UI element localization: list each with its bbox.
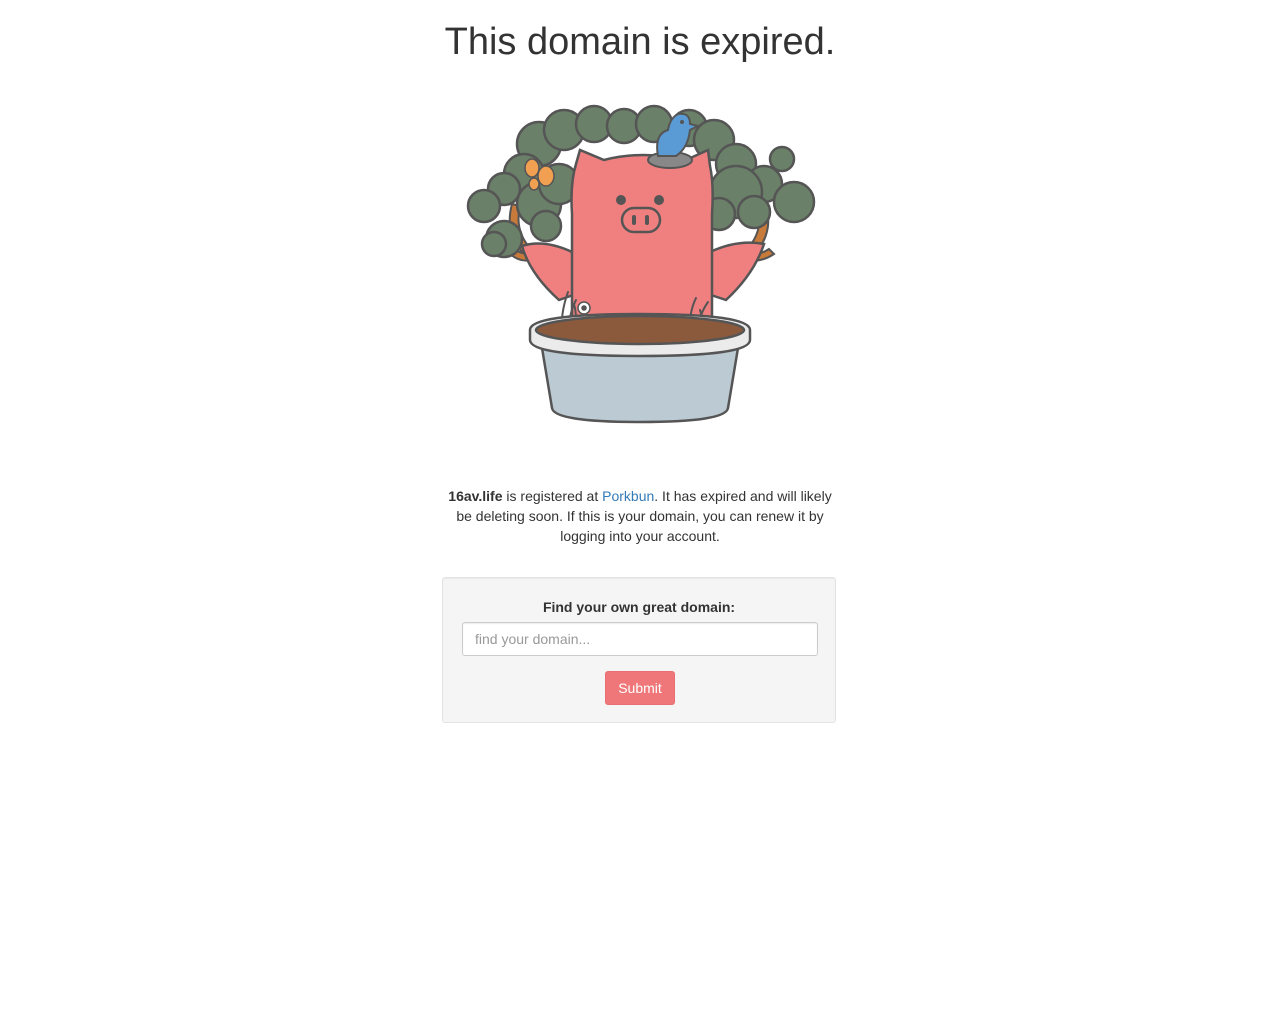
domain-search-input[interactable] [462, 622, 818, 656]
flowerpot [528, 312, 752, 424]
domain-name: 16av.life [448, 488, 503, 504]
pig-snout [620, 206, 662, 234]
submit-button[interactable]: Submit [605, 671, 675, 705]
domain-search-panel: Find your own great domain: Submit [442, 577, 836, 723]
registrar-link[interactable]: Porkbun [602, 488, 654, 504]
pig-in-flowerpot-illustration [466, 104, 816, 424]
search-label: Find your own great domain: [542, 599, 736, 615]
page-title: This domain is expired. [444, 21, 836, 63]
expiry-message: 16av.life is registered at Porkbun. It h… [440, 486, 840, 546]
message-text-before: is registered at [502, 488, 603, 504]
expired-domain-page: This domain is expired. 16av.life is reg… [0, 0, 1280, 1024]
